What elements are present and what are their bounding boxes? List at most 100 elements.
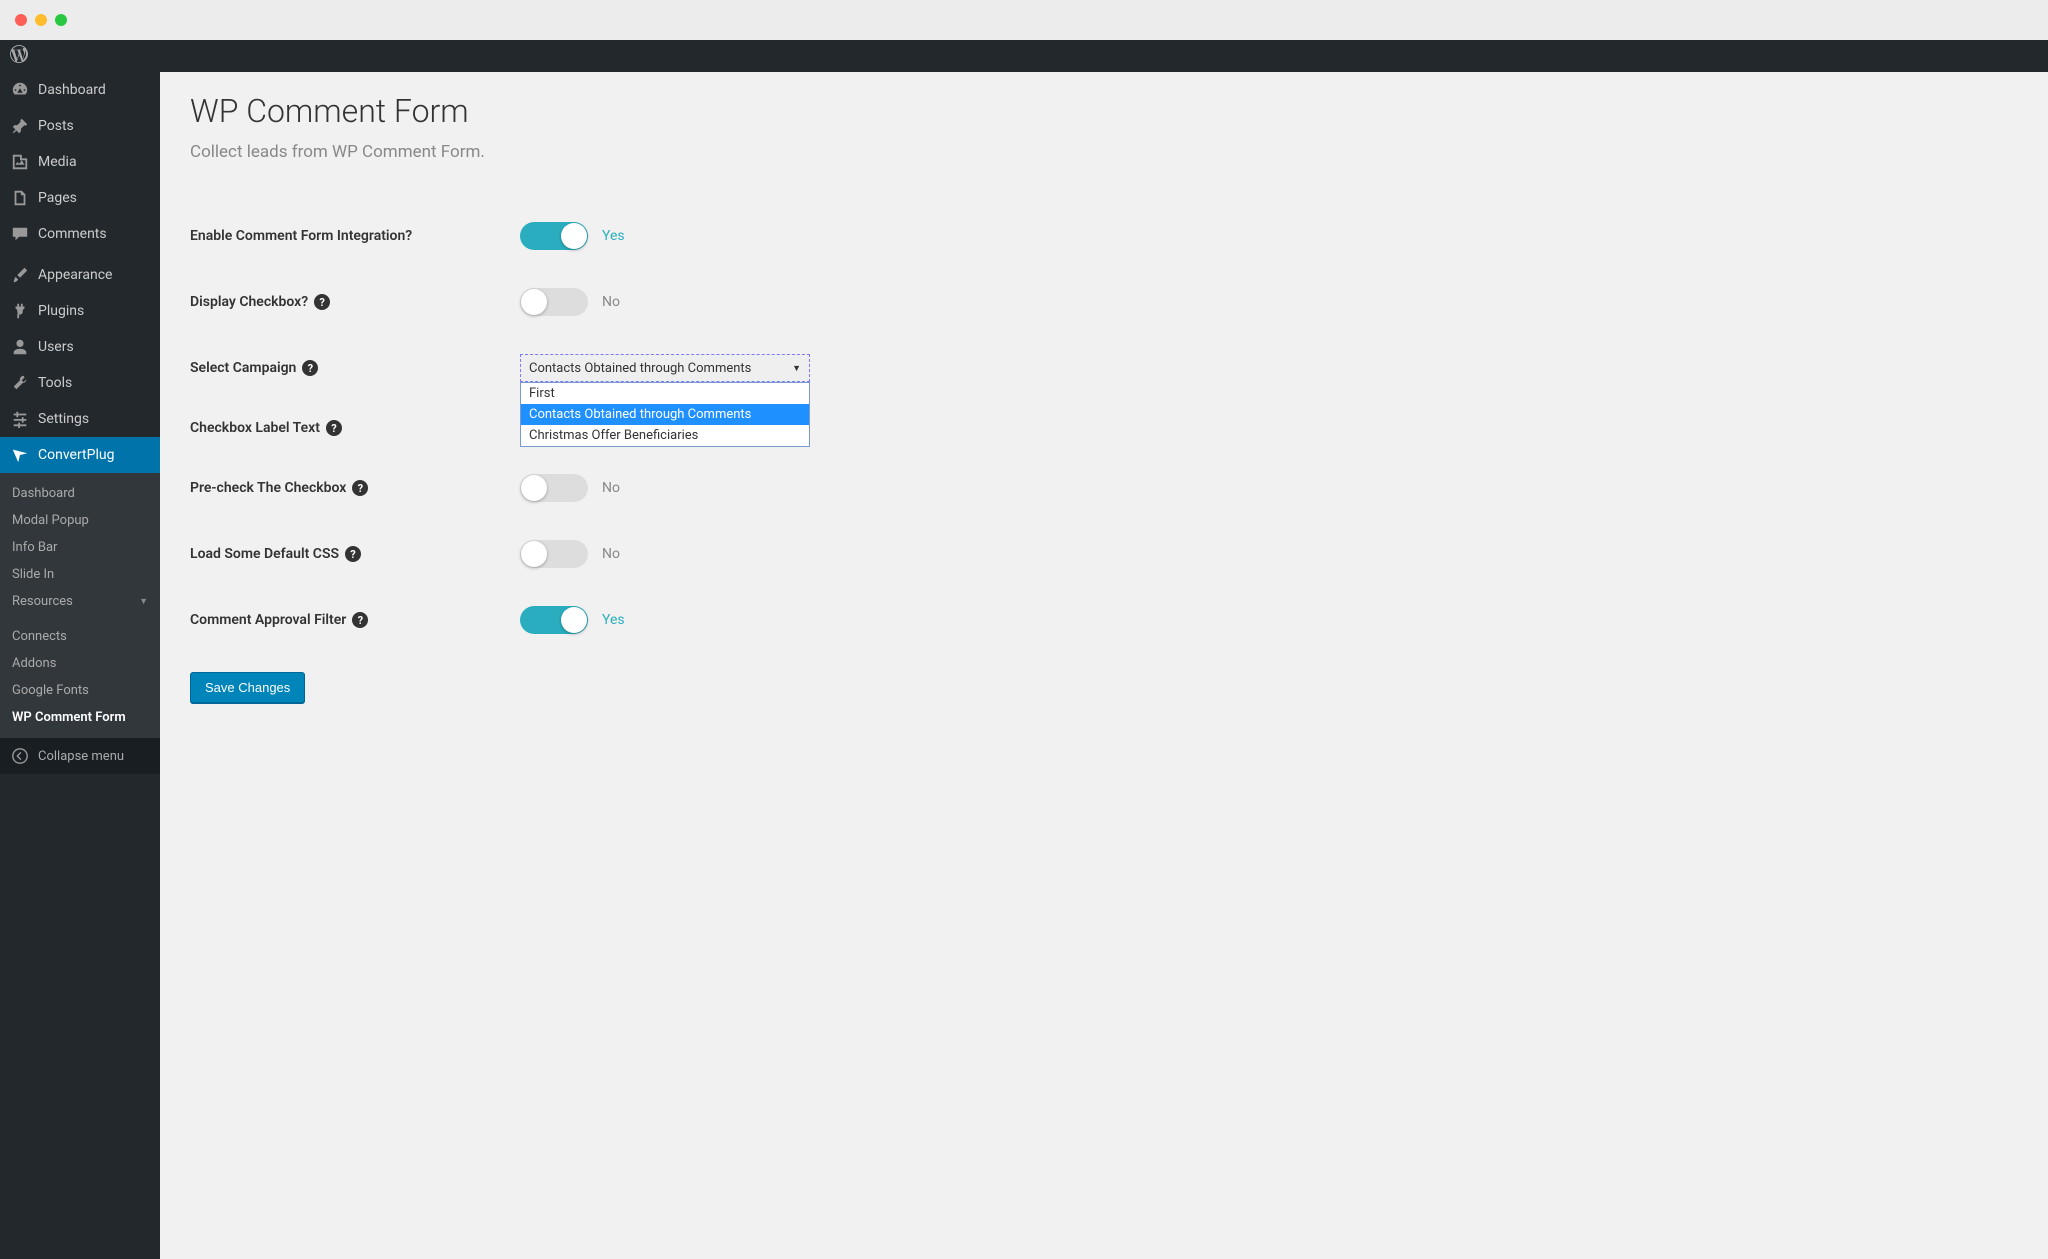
comment-icon: [10, 224, 30, 244]
maximize-window-button[interactable]: [55, 14, 67, 26]
toggle-switch[interactable]: [520, 474, 588, 502]
sidebar-subitem-google-fonts[interactable]: Google Fonts: [0, 677, 160, 704]
pages-icon: [10, 188, 30, 208]
sidebar-item-label: Users: [38, 339, 74, 355]
collapse-menu-button[interactable]: Collapse menu: [0, 738, 160, 774]
page-title: WP Comment Form: [190, 92, 2018, 130]
plug-icon: [10, 301, 30, 321]
sidebar-subitem-slide-in[interactable]: Slide In: [0, 561, 160, 588]
select-option[interactable]: First: [521, 383, 809, 404]
form-row: Enable Comment Form Integration? Yes: [190, 222, 2018, 250]
form-label: Select Campaign ?: [190, 360, 520, 376]
sidebar-subitem-modal-popup[interactable]: Modal Popup: [0, 507, 160, 534]
sidebar-item-label: Posts: [38, 118, 74, 134]
toggle-switch[interactable]: [520, 288, 588, 316]
wrench-icon: [10, 373, 30, 393]
help-icon[interactable]: ?: [352, 480, 368, 496]
sidebar-item-label: Media: [38, 154, 77, 170]
sidebar-item-label: Plugins: [38, 303, 84, 319]
sliders-icon: [10, 409, 30, 429]
form-row: Pre-check The Checkbox ?No: [190, 474, 2018, 502]
select-option[interactable]: Christmas Offer Beneficiaries: [521, 425, 809, 446]
select-option[interactable]: Contacts Obtained through Comments: [521, 404, 809, 425]
sidebar-item-label: Settings: [38, 411, 89, 427]
help-icon[interactable]: ?: [352, 612, 368, 628]
sidebar-item-settings[interactable]: Settings: [0, 401, 160, 437]
pin-icon: [10, 116, 30, 136]
sidebar-subitem-addons[interactable]: Addons: [0, 650, 160, 677]
convertplug-icon: [10, 445, 30, 465]
sidebar-item-label: Comments: [38, 226, 107, 242]
sidebar-subitem-info-bar[interactable]: Info Bar: [0, 534, 160, 561]
sidebar-subitem-label: Info Bar: [12, 540, 57, 555]
sidebar-subitem-label: Addons: [12, 656, 56, 671]
form-row: Checkbox Label Text ?: [190, 420, 2018, 436]
main-content: WP Comment Form Collect leads from WP Co…: [160, 72, 2048, 1259]
help-icon[interactable]: ?: [314, 294, 330, 310]
form-control: Contacts Obtained through Comments▼First…: [520, 354, 810, 382]
admin-sidebar: Dashboard Posts Media Pages Comments Appearan…: [0, 72, 160, 1259]
page-subtitle: Collect leads from WP Comment Form.: [190, 142, 2018, 162]
sidebar-item-dashboard[interactable]: Dashboard: [0, 72, 160, 108]
toggle-state-label: Yes: [602, 612, 625, 628]
sidebar-item-label: ConvertPlug: [38, 447, 114, 463]
sidebar-item-label: Tools: [38, 375, 72, 391]
toggle-state-label: Yes: [602, 228, 625, 244]
form-control: No: [520, 540, 620, 568]
sidebar-item-users[interactable]: Users: [0, 329, 160, 365]
form-label: Comment Approval Filter ?: [190, 612, 520, 628]
user-icon: [10, 337, 30, 357]
form-row: Load Some Default CSS ? No: [190, 540, 2018, 568]
window-titlebar: [0, 0, 2048, 40]
sidebar-item-plugins[interactable]: Plugins: [0, 293, 160, 329]
form-row: Display Checkbox? ? No: [190, 288, 2018, 316]
admin-bar: [0, 40, 2048, 72]
collapse-menu-label: Collapse menu: [38, 749, 124, 764]
form-label: Display Checkbox? ?: [190, 294, 520, 310]
sidebar-item-label: Appearance: [38, 267, 112, 283]
minimize-window-button[interactable]: [35, 14, 47, 26]
sidebar-subitem-label: Connects: [12, 629, 67, 644]
toggle-state-label: No: [602, 546, 620, 562]
wordpress-logo-icon[interactable]: [10, 45, 28, 67]
sidebar-item-comments[interactable]: Comments: [0, 216, 160, 252]
sidebar-subitem-label: WP Comment Form: [12, 710, 126, 725]
sidebar-item-label: Dashboard: [38, 82, 106, 98]
sidebar-item-label: Pages: [38, 190, 77, 206]
dropdown-arrow-icon: ▼: [792, 363, 801, 374]
sidebar-subitem-label: Resources: [12, 594, 73, 609]
brush-icon: [10, 265, 30, 285]
help-icon[interactable]: ?: [326, 420, 342, 436]
close-window-button[interactable]: [15, 14, 27, 26]
form-row: Select Campaign ?Contacts Obtained throu…: [190, 354, 2018, 382]
save-changes-button[interactable]: Save Changes: [190, 672, 305, 703]
form-label: Load Some Default CSS ?: [190, 546, 520, 562]
sidebar-subitem-resources[interactable]: Resources▼: [0, 588, 160, 615]
sidebar-item-convertplug[interactable]: ConvertPlug: [0, 437, 160, 473]
sidebar-item-posts[interactable]: Posts: [0, 108, 160, 144]
toggle-state-label: No: [602, 294, 620, 310]
sidebar-item-appearance[interactable]: Appearance: [0, 257, 160, 293]
sidebar-subitem-label: Slide In: [12, 567, 54, 582]
media-icon: [10, 152, 30, 172]
toggle-switch[interactable]: [520, 606, 588, 634]
campaign-dropdown: FirstContacts Obtained through CommentsC…: [520, 382, 810, 447]
form-control: Yes: [520, 222, 625, 250]
form-control: No: [520, 288, 620, 316]
sidebar-item-pages[interactable]: Pages: [0, 180, 160, 216]
sidebar-subitem-wp-comment-form[interactable]: WP Comment Form: [0, 704, 160, 731]
dashboard-icon: [10, 80, 30, 100]
sidebar-subitem-dashboard[interactable]: Dashboard: [0, 480, 160, 507]
sidebar-item-tools[interactable]: Tools: [0, 365, 160, 401]
sidebar-item-media[interactable]: Media: [0, 144, 160, 180]
help-icon[interactable]: ?: [345, 546, 361, 562]
toggle-switch[interactable]: [520, 222, 588, 250]
form-label: Enable Comment Form Integration?: [190, 228, 520, 244]
toggle-switch[interactable]: [520, 540, 588, 568]
sidebar-subitem-connects[interactable]: Connects: [0, 623, 160, 650]
form-label: Checkbox Label Text ?: [190, 420, 520, 436]
campaign-select[interactable]: Contacts Obtained through Comments▼: [520, 354, 810, 382]
help-icon[interactable]: ?: [302, 360, 318, 376]
form-row: Comment Approval Filter ? Yes: [190, 606, 2018, 634]
sidebar-subitem-label: Google Fonts: [12, 683, 89, 698]
